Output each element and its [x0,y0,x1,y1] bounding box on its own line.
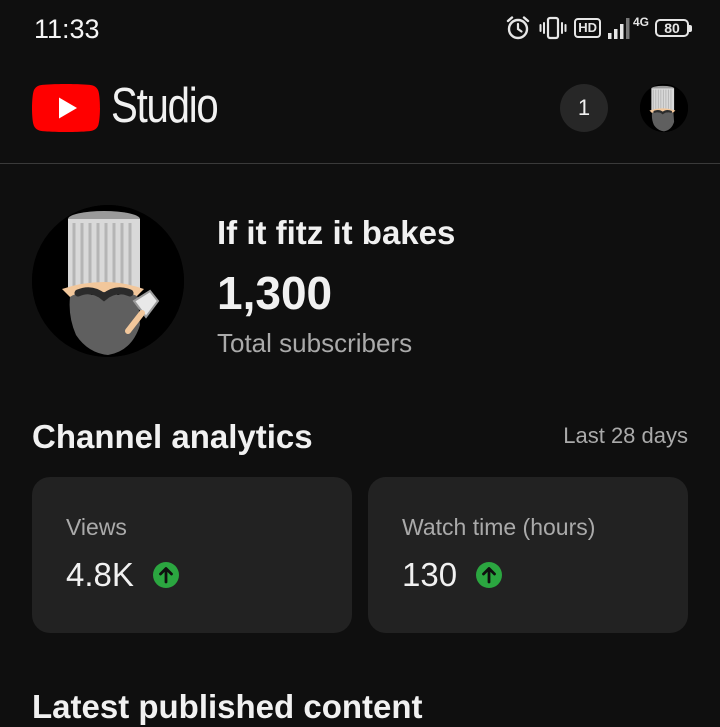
status-time: 11:33 [34,14,100,44]
status-icons: HD 4G 80 [504,12,692,44]
hd-icon: HD [574,18,601,38]
account-avatar[interactable] [640,84,688,132]
trend-up-icon [152,562,179,588]
trend-up-icon [476,562,503,588]
header-divider [0,163,720,164]
channel-name: If it fitz it bakes [217,214,456,251]
4g-icon: 4G [632,15,649,29]
subscriber-count: 1,300 [217,267,333,319]
channel-avatar[interactable] [32,205,184,357]
chef-avatar-icon [640,84,688,132]
studio-wordmark: Studio [111,79,219,133]
watch-time-value: 130 [402,556,458,593]
vibrate-icon [538,14,568,42]
alarm-icon [504,14,532,42]
views-card[interactable]: Views 4.8K [32,477,352,633]
battery-level: 80 [655,19,689,37]
analytics-period: Last 28 days [563,423,688,448]
signal-icon [607,16,631,40]
youtube-logo-icon[interactable] [32,84,100,137]
battery-icon: 80 [655,19,692,37]
watch-time-card[interactable]: Watch time (hours) 130 [368,477,688,633]
views-value: 4.8K [66,556,134,593]
latest-content-title: Latest published content [32,688,423,725]
channel-analytics-title: Channel analytics [32,418,313,455]
views-label: Views [66,514,127,540]
watch-time-label: Watch time (hours) [402,514,596,540]
subscriber-label: Total subscribers [217,328,413,358]
notifications-button[interactable]: 1 [560,84,608,132]
chef-avatar-icon [32,205,184,357]
